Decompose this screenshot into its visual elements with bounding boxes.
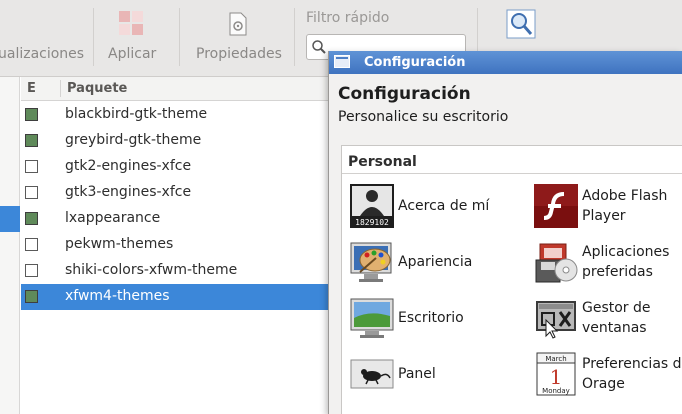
person-id-card-icon: 1829102 xyxy=(350,184,394,228)
search-button[interactable] xyxy=(506,9,536,43)
package-name: xfwm4-themes xyxy=(65,288,170,304)
install-checkbox[interactable] xyxy=(25,186,38,199)
settings-manager-window: Configuración Configuración Personalice … xyxy=(328,51,682,414)
apply-icon xyxy=(118,10,144,40)
window-menu-icon[interactable] xyxy=(334,55,350,68)
window-titlebar[interactable]: Configuración xyxy=(329,51,682,74)
package-name: lxappearance xyxy=(65,210,161,226)
item-label-line1: Aplicaciones xyxy=(582,244,670,260)
package-row[interactable]: lxappearance xyxy=(21,206,328,232)
settings-item-appearance[interactable]: Apariencia xyxy=(350,240,510,286)
settings-item-panel[interactable]: Panel xyxy=(350,352,510,398)
magnifier-icon xyxy=(506,9,536,39)
settings-item-adobe-flash[interactable]: Adobe Flash Player xyxy=(534,184,682,230)
install-checkbox[interactable] xyxy=(25,238,38,251)
desktop-monitor-icon xyxy=(350,296,394,340)
item-label: Apariencia xyxy=(398,254,473,270)
id-number-text: 1829102 xyxy=(355,218,389,227)
quick-filter-label: Filtro rápido xyxy=(306,10,390,26)
item-label-line1: Preferencias de xyxy=(582,356,682,372)
package-row[interactable]: pekwm-themes xyxy=(21,232,328,258)
settings-item-desktop[interactable]: Escritorio xyxy=(350,296,510,342)
calendar-icon: March 1 Monday xyxy=(534,352,578,396)
install-checkbox[interactable] xyxy=(25,264,38,277)
package-row[interactable]: gtk2-engines-xfce xyxy=(21,154,328,180)
toolbar-separator xyxy=(294,8,295,66)
package-rows: blackbird-gtk-theme greybird-gtk-theme g… xyxy=(21,102,328,310)
package-row-selected[interactable]: xfwm4-themes xyxy=(21,284,328,310)
item-label-line2: preferidas xyxy=(582,264,653,280)
column-installed-header[interactable]: E xyxy=(27,81,36,96)
item-label-line2: ventanas xyxy=(582,320,647,336)
settings-item-partial[interactable] xyxy=(534,408,578,414)
calendar-weekday: Monday xyxy=(542,387,570,395)
item-label: Panel xyxy=(398,366,436,382)
install-checkbox[interactable] xyxy=(25,212,38,225)
settings-item-partial[interactable] xyxy=(350,408,394,414)
paint-palette-monitor-icon xyxy=(350,240,394,284)
column-divider xyxy=(60,80,61,97)
calendar-day: 1 xyxy=(550,365,563,389)
settings-item-orage[interactable]: March 1 Monday Preferencias de Orage xyxy=(534,352,682,398)
package-name: pekwm-themes xyxy=(65,236,174,252)
package-name: blackbird-gtk-theme xyxy=(65,106,208,122)
package-name: shiki-colors-xfwm-theme xyxy=(65,262,238,278)
package-row[interactable]: greybird-gtk-theme xyxy=(21,128,328,154)
settings-subtitle: Personalice su escritorio xyxy=(338,109,509,125)
window-title: Configuración xyxy=(364,55,466,70)
settings-item-about-me[interactable]: 1829102 Acerca de mí xyxy=(350,184,510,230)
item-label-line1: Adobe Flash xyxy=(582,188,668,204)
install-checkbox[interactable] xyxy=(25,108,38,121)
settings-header: Configuración Personalice su escritorio xyxy=(329,74,682,136)
properties-button[interactable]: Propiedades xyxy=(196,46,282,62)
list-header: E Paquete xyxy=(21,77,336,101)
item-label-line2: Orage xyxy=(582,376,625,392)
section-divider xyxy=(342,173,682,174)
install-checkbox[interactable] xyxy=(25,134,38,147)
category-selected-item[interactable] xyxy=(0,206,20,232)
settings-title: Configuración xyxy=(338,84,471,104)
item-label: Acerca de mí xyxy=(398,198,490,214)
item-label: Escritorio xyxy=(398,310,464,326)
item-label-line1: Gestor de xyxy=(582,300,651,316)
package-name: greybird-gtk-theme xyxy=(65,132,202,148)
install-checkbox[interactable] xyxy=(25,160,38,173)
toolbar-separator xyxy=(179,8,180,66)
window-manager-icon xyxy=(534,296,578,340)
preferred-apps-icon xyxy=(534,240,578,284)
calendar-month: March xyxy=(545,355,566,363)
search-icon xyxy=(311,39,327,59)
item-label-line2: Player xyxy=(582,208,626,224)
package-name: gtk3-engines-xfce xyxy=(65,184,192,200)
apply-button[interactable]: Aplicar xyxy=(108,46,156,62)
category-sidebar xyxy=(0,77,20,414)
updates-button[interactable]: ualizaciones xyxy=(0,46,84,62)
section-personal-title: Personal xyxy=(348,154,417,170)
install-checkbox[interactable] xyxy=(25,290,38,303)
package-row[interactable]: gtk3-engines-xfce xyxy=(21,180,328,206)
package-row[interactable]: blackbird-gtk-theme xyxy=(21,102,328,128)
panel-mouse-icon xyxy=(350,352,394,396)
settings-item-window-manager[interactable]: Gestor de ventanas xyxy=(534,296,682,342)
package-row[interactable]: shiki-colors-xfwm-theme xyxy=(21,258,328,284)
toolbar-separator xyxy=(93,8,94,66)
settings-panel: Personal 1829102 Acerca de mí Adobe Flas… xyxy=(341,145,682,414)
adobe-flash-icon xyxy=(534,184,578,228)
properties-icon xyxy=(228,12,248,40)
settings-item-preferred-apps[interactable]: Aplicaciones preferidas xyxy=(534,240,682,286)
column-package-header[interactable]: Paquete xyxy=(67,81,127,96)
package-name: gtk2-engines-xfce xyxy=(65,158,192,174)
